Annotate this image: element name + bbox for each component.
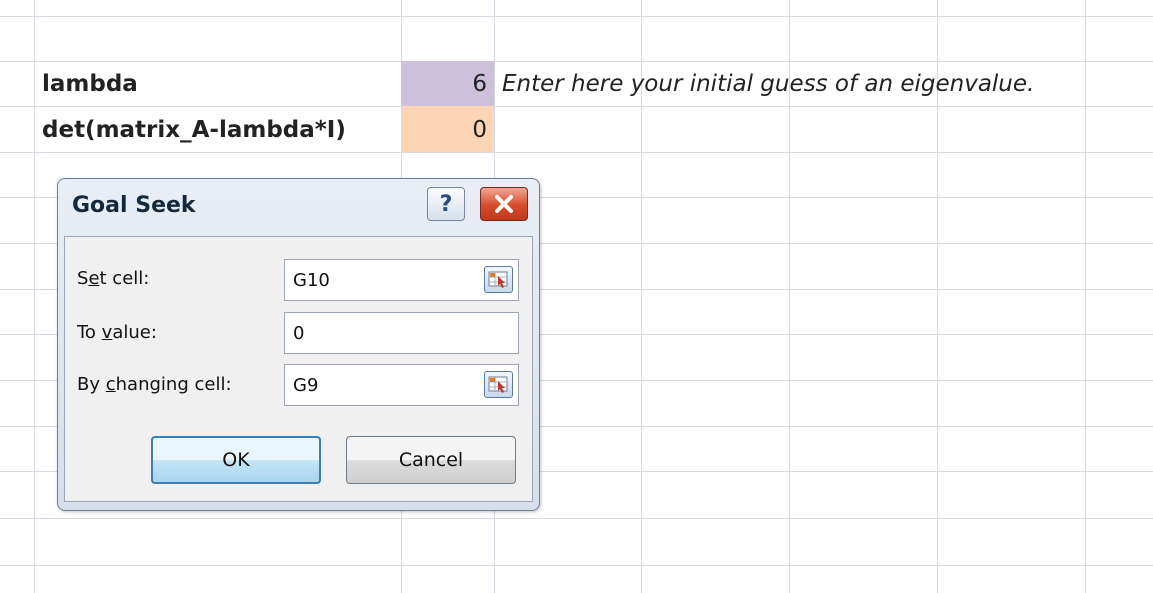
lambda-label[interactable]: lambda [42, 62, 138, 106]
close-button[interactable] [480, 187, 528, 221]
det-value[interactable]: 0 [401, 108, 487, 152]
dialog-body: Set cell: G10 To value: 0 By changing ce… [64, 236, 533, 502]
det-label[interactable]: det(matrix_A-lambda*I) [42, 108, 346, 152]
cancel-button[interactable]: Cancel [346, 436, 516, 484]
help-icon: ? [439, 191, 453, 217]
changing-cell-collapse-button[interactable] [484, 371, 513, 398]
set-cell-value: G10 [293, 270, 330, 291]
ok-button-label: OK [222, 449, 250, 471]
range-select-icon [488, 376, 508, 393]
ok-button[interactable]: OK [151, 436, 321, 484]
goal-seek-dialog: Goal Seek ? Set cell: G10 To value: 0 By… [57, 178, 540, 511]
close-icon [495, 195, 513, 213]
set-cell-collapse-button[interactable] [484, 266, 513, 293]
range-select-icon [488, 271, 508, 288]
set-cell-label: Set cell: [77, 268, 150, 289]
lambda-value[interactable]: 6 [401, 62, 487, 106]
changing-cell-value: G9 [293, 375, 319, 396]
changing-cell-field[interactable]: G9 [284, 364, 519, 406]
cancel-button-label: Cancel [398, 449, 464, 471]
help-button[interactable]: ? [427, 187, 465, 221]
to-value-field[interactable]: 0 [284, 312, 519, 354]
changing-cell-label: By changing cell: [77, 374, 232, 395]
dialog-title: Goal Seek [72, 193, 196, 218]
to-value-value: 0 [293, 323, 305, 344]
to-value-label: To value: [77, 322, 157, 343]
set-cell-field[interactable]: G10 [284, 259, 519, 301]
lambda-note[interactable]: Enter here your initial guess of an eige… [502, 62, 1034, 106]
